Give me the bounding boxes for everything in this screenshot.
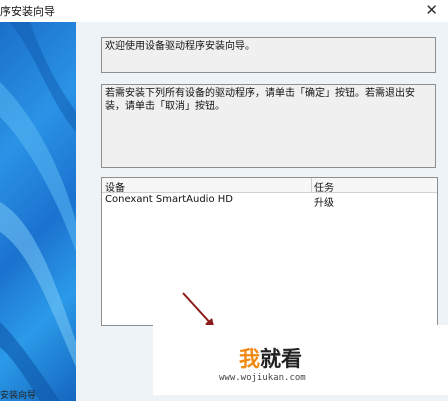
column-divider[interactable]: [311, 178, 312, 192]
banner-swoosh-graphic: [0, 22, 76, 401]
window-title: 序安装向导: [0, 5, 55, 18]
device-list-header: 设备 任务: [102, 178, 437, 194]
device-list-row[interactable]: Conexant SmartAudio HD 升级: [102, 194, 437, 209]
column-header-device[interactable]: 设备: [105, 179, 125, 194]
watermark-overlay: 我就看 www.wojiukan.com: [153, 325, 448, 395]
device-list[interactable]: 设备 任务 Conexant SmartAudio HD 升级: [101, 177, 438, 326]
instructions-text: 若需安装下列所有设备的驱动程序，请单击「确定」按钮。若需退出安装，请单击「取消」…: [105, 88, 415, 112]
wizard-side-banner: [0, 22, 76, 401]
welcome-message-box: 欢迎使用设备驱动程序安装向导。: [101, 37, 436, 73]
title-bar: 序安装向导 ✕: [0, 0, 448, 23]
watermark-logo: 我就看: [239, 343, 302, 373]
bottom-status-label: 安装向导: [0, 391, 37, 401]
column-header-task[interactable]: 任务: [314, 179, 334, 194]
welcome-text: 欢迎使用设备驱动程序安装向导。: [105, 41, 255, 52]
instructions-box: 若需安装下列所有设备的驱动程序，请单击「确定」按钮。若需退出安装，请单击「取消」…: [101, 84, 436, 168]
task-cell: 升级: [314, 198, 334, 209]
close-icon[interactable]: ✕: [425, 1, 438, 19]
watermark-logo-accent: 我: [239, 347, 260, 371]
device-name-cell: Conexant SmartAudio HD: [105, 194, 233, 205]
watermark-logo-text: 就看: [260, 347, 302, 371]
watermark-url: www.wojiukan.com: [219, 373, 306, 383]
